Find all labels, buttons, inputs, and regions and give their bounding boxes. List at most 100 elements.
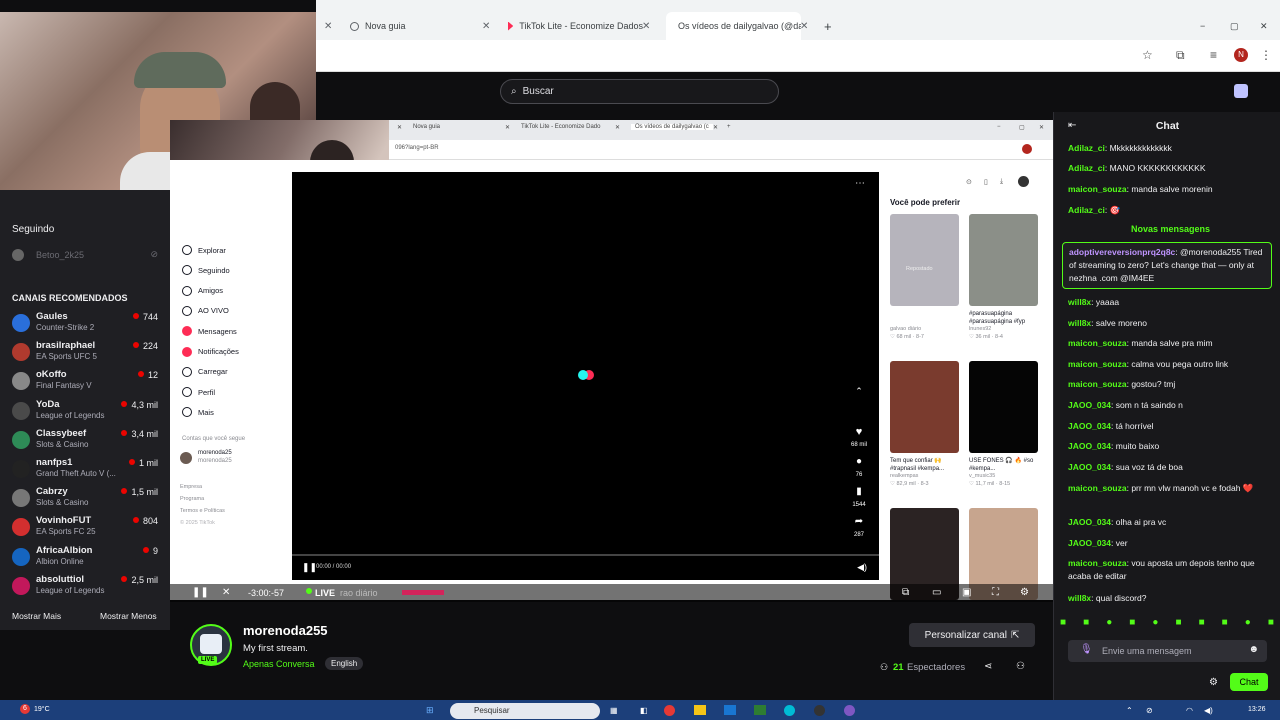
device-icon[interactable]: ▯ [984,178,988,186]
scroll-up-icon[interactable]: ⌃ [849,386,869,397]
url-text[interactable]: 096?lang=pt-BR [395,145,439,151]
inner-tab-2[interactable]: TikTok Lite - Economize Dado [521,124,600,130]
channel-name[interactable]: morenoda255 [243,623,328,638]
app-icon[interactable] [814,705,825,716]
new-tab-button[interactable]: + [727,124,731,130]
chat-username[interactable]: JAOO_034 [1068,462,1111,472]
volume-icon[interactable]: ◀) [857,562,867,573]
maximize-button[interactable]: ▢ [1230,12,1244,40]
outer-tab-3-active[interactable]: Os vídeos de dailygalvao (@da... [666,12,801,40]
chat-username[interactable]: maicon_souza [1068,338,1127,348]
emote-icon[interactable]: ■ [1222,617,1228,631]
widgets-icon[interactable]: ◧ [640,706,648,715]
tab-close-icon[interactable]: ✕ [713,124,718,131]
chat-username[interactable]: JAOO_034 [1068,441,1111,451]
sidebar-channel[interactable]: Cabrzy Slots & Casino 1,5 mil [12,486,162,514]
stream-category[interactable]: Apenas Conversa [243,659,315,669]
chat-username[interactable]: will8x [1068,297,1091,307]
emote-icon[interactable]: ■ [1199,617,1205,631]
sidebar-channel[interactable]: absoluttiol League of Legends 2,5 mil [12,574,162,602]
tab-close-icon[interactable]: ✕ [800,12,814,40]
video-author[interactable]: realkempas [890,473,962,479]
tiktok-nav-item[interactable]: Mais [182,404,214,420]
download-icon[interactable]: ⤓ [1000,178,1003,186]
chat-username[interactable]: maicon_souza [1068,558,1127,568]
chat-input[interactable]: 🎙 Envie uma mensagem ☻ [1068,640,1267,662]
sidebar-channel[interactable]: AfricaAlbion Albion Online 9 [12,545,162,573]
sidebar-channel[interactable]: VovinhoFUT EA Sports FC 25 804 [12,515,162,543]
chat-username[interactable]: maicon_souza [1068,379,1127,389]
chrome-icon[interactable] [664,705,675,716]
chat-username[interactable]: maicon_souza [1068,184,1127,194]
network-icon[interactable]: ⊘ [1146,706,1153,715]
sidebar-channel[interactable]: oKoffo Final Fantasy V 12 [12,369,162,397]
video-caption[interactable]: USE FONES 🎧 🔥 #so #kempa... [969,457,1041,473]
theater-icon[interactable]: ▭ [932,587,941,598]
video-author[interactable]: galvao diário [890,326,962,332]
chat-username[interactable]: JAOO_034 [1068,538,1111,548]
tab-close-icon[interactable]: ✕ [615,124,620,131]
user-settings-icon[interactable]: ⚇ [1016,661,1025,672]
tab-close-icon[interactable]: ✕ [397,124,402,131]
app-icon[interactable] [844,705,855,716]
emote-icon[interactable]: ● [1245,617,1251,631]
video-thumbnail[interactable] [890,214,959,306]
sidebar-channel[interactable]: brasilraphael EA Sports UFC 5 224 [12,340,162,368]
share-icon[interactable]: ➦ [849,516,869,527]
extensions-icon[interactable]: ⧉ [1176,48,1185,63]
tiktok-nav-item[interactable]: Mensagens [182,323,237,339]
chat-username[interactable]: Adilaz_ci [1068,143,1105,153]
sidebar-channel[interactable]: Gaules Counter-Strike 2 744 [12,311,162,339]
chat-username[interactable]: JAOO_034 [1068,517,1111,527]
show-less-link[interactable]: Mostrar Menos [100,611,157,621]
emote-icon[interactable]: ■ [1083,617,1089,631]
share-icon[interactable]: ⋖ [984,661,992,672]
language-tag[interactable]: English [325,657,364,670]
emote-icon[interactable]: ■ [1268,617,1274,631]
video-caption[interactable]: Tem que confiar 🙌 #trapnasil #kempa... [890,457,962,473]
show-more-link[interactable]: Mostrar Mais [12,611,61,621]
tab-close-icon[interactable]: ✕ [505,124,510,131]
video-caption[interactable]: #parasuapágina #parasuapágina #fyp [969,310,1041,326]
search-icon[interactable]: ⊙ [966,178,972,186]
footer-link[interactable]: Termos e Políticas [180,508,225,514]
chat-username[interactable]: will8x [1068,593,1091,603]
video-thumbnail[interactable] [890,361,959,453]
chat-username[interactable]: will8x [1068,318,1091,328]
footer-link[interactable]: Empresa [180,484,202,490]
bookmark-icon[interactable]: ▮ [849,486,869,497]
tab-close-icon[interactable]: ✕ [324,12,340,40]
star-icon[interactable]: ☆ [1142,48,1153,62]
footer-link[interactable]: Programa [180,496,204,502]
video-thumbnail[interactable] [969,214,1038,306]
pause-icon[interactable]: ❚❚ [192,587,209,598]
followed-channel[interactable]: Betoo_2k25 ⊘ [12,248,162,264]
mute-icon[interactable]: ✕ [222,587,230,598]
followed-account[interactable]: morenoda25 morenoda25 [180,450,280,468]
sidebar-channel[interactable]: nanfps1 Grand Theft Auto V (... 1 mil [12,457,162,485]
minimize-button[interactable]: − [1200,12,1214,40]
chat-username[interactable]: JAOO_034 [1068,400,1111,410]
weather-temp[interactable]: 19°C [34,706,50,713]
video-author[interactable]: lnunes92 [969,326,1041,332]
media-icon[interactable]: ≡ [1210,48,1217,62]
chat-username[interactable]: maicon_souza [1068,483,1127,493]
windows-start-icon[interactable]: ⊞ [426,705,434,716]
clock[interactable]: 13:26 [1248,706,1266,713]
sidebar-channel[interactable]: Classybeef Slots & Casino 3,4 mil [12,428,162,456]
pip-icon[interactable]: ▣ [962,587,971,598]
tiktok-nav-item[interactable]: Amigos [182,283,223,299]
inner-tab-1[interactable]: Nova guia [413,124,440,130]
emoji-icon[interactable]: ☻ [1248,644,1259,655]
new-tab-button[interactable]: + [824,12,838,40]
tiktok-nav-item[interactable]: Carregar [182,364,228,380]
app-icon[interactable] [784,705,795,716]
app-icon[interactable] [754,705,766,715]
chat-username[interactable]: maicon_souza [1068,359,1127,369]
comment-icon[interactable]: ● [849,456,869,467]
video-thumbnail[interactable] [969,361,1038,453]
volume-icon[interactable]: ◀) [1204,706,1213,715]
outer-tab-2[interactable]: TikTok Lite - Economize Dados [508,12,643,40]
chat-username[interactable]: adoptivereversionprq2q8c [1069,247,1175,257]
outer-tab-1[interactable]: Nova guia [350,12,500,40]
